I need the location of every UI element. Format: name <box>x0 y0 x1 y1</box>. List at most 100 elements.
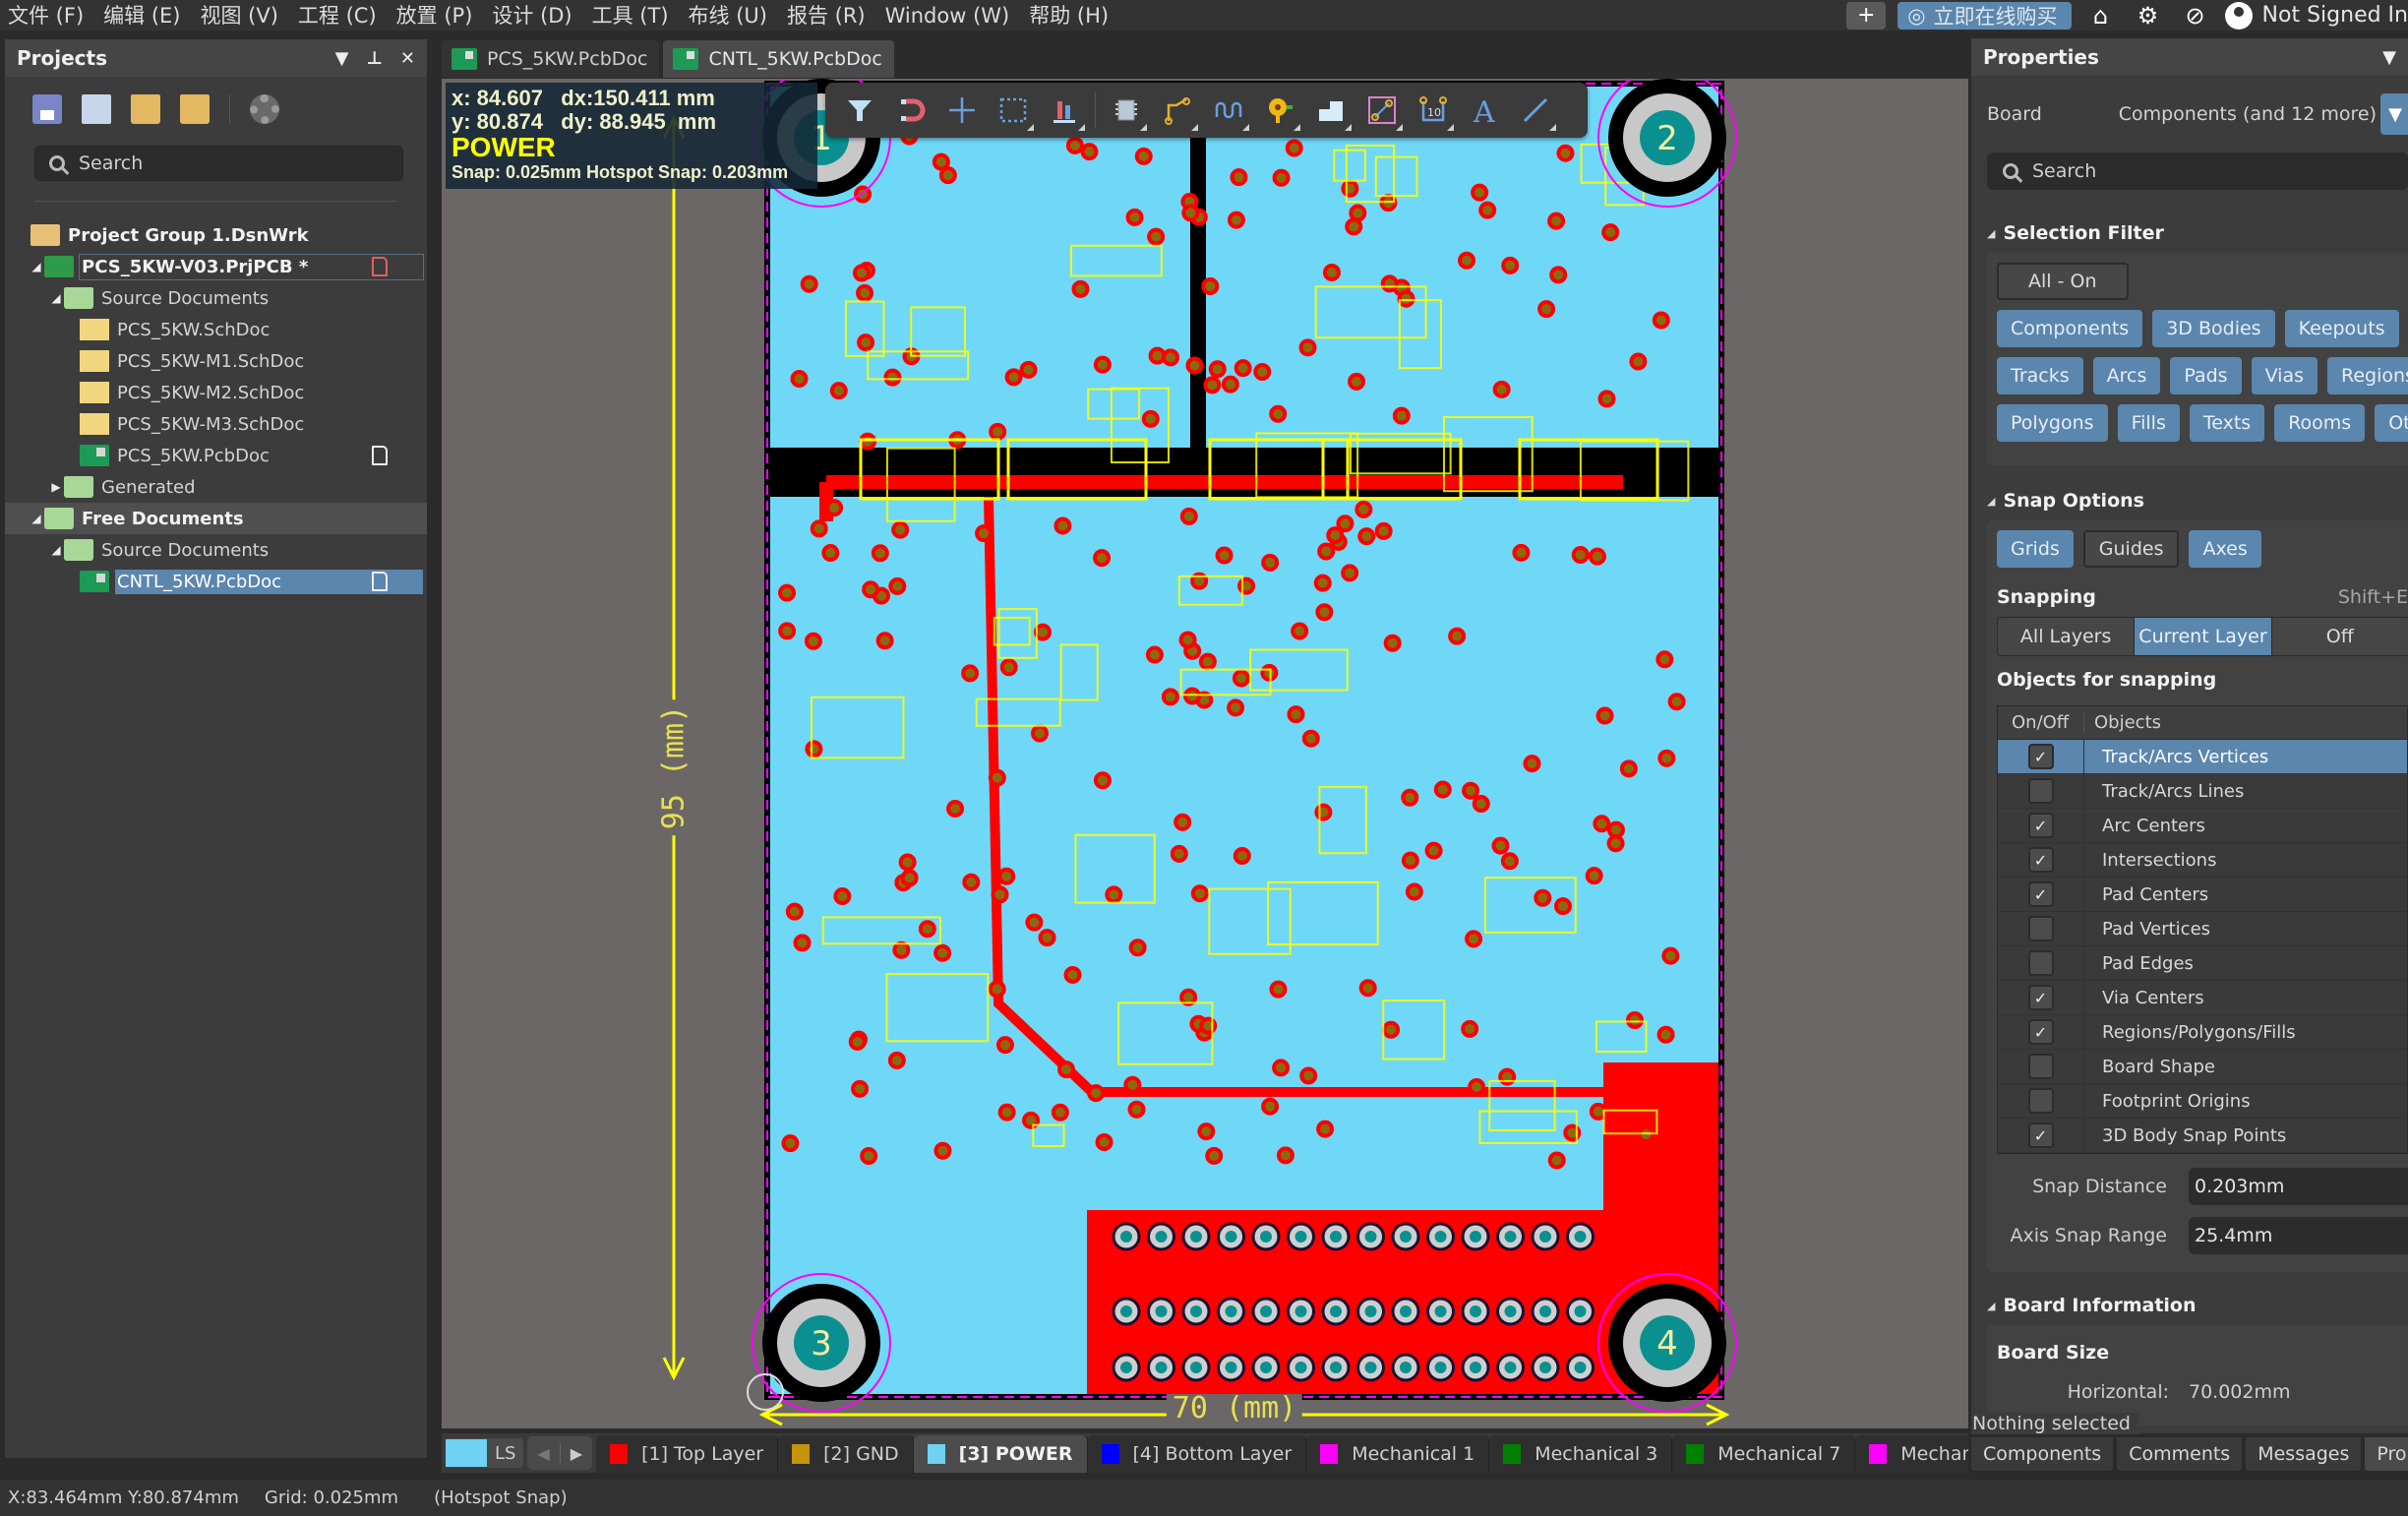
filter-chip-3d-bodies[interactable]: 3D Bodies <box>2152 310 2275 347</box>
tree-item[interactable]: ▶ Generated <box>5 471 427 503</box>
menu-file[interactable]: 文件 (F) <box>0 2 95 30</box>
axis-snap-range-input[interactable]: 25.4mm <box>2189 1217 2408 1254</box>
menu-route[interactable]: 布线 (U) <box>681 2 779 30</box>
feedback-icon[interactable]: + <box>1846 1 1887 30</box>
close-icon[interactable]: ✕ <box>400 48 415 69</box>
snap-object-row[interactable]: Pad Edges <box>1998 946 2407 981</box>
menu-help[interactable]: 帮助 (H) <box>1021 2 1120 30</box>
snapping-mode-current-layer[interactable]: Current Layer <box>2135 618 2272 655</box>
layer-tab[interactable]: [2] GND <box>778 1435 914 1473</box>
align-icon[interactable] <box>1044 90 1085 131</box>
properties-search-input[interactable]: Search <box>1987 152 2408 190</box>
select-rect-icon[interactable] <box>993 90 1034 131</box>
snap-object-row[interactable]: ✓ Track/Arcs Vertices <box>1998 740 2407 774</box>
chevron-right-icon[interactable]: ▶ <box>571 1444 582 1463</box>
tab-cntl-5kw-pcbdoc[interactable]: CNTL_5KW.PcbDoc <box>663 40 894 78</box>
copy-documents-icon[interactable] <box>82 94 111 124</box>
tree-item[interactable]: PCS_5KW-M2.SchDoc <box>5 377 427 408</box>
snap-object-row[interactable]: ✓ Via Centers <box>1998 981 2407 1015</box>
filter-icon[interactable]: ▼ <box>2380 93 2408 135</box>
chevron-left-icon[interactable]: ◀ <box>537 1444 549 1463</box>
tree-item[interactable]: PCS_5KW-M3.SchDoc <box>5 408 427 440</box>
snap-object-row[interactable]: Track/Arcs Lines <box>1998 774 2407 809</box>
snap-object-checkbox[interactable]: ✓ <box>2027 1122 2054 1148</box>
layer-tab[interactable]: [3] POWER <box>913 1435 1088 1473</box>
col-objects[interactable]: Objects <box>2084 712 2161 733</box>
snapping-mode-all-layers[interactable]: All Layers <box>1998 618 2136 655</box>
snap-options-header[interactable]: ◢ Snap Options <box>1971 481 2408 520</box>
tree-item[interactable]: CNTL_5KW.PcbDoc <box>5 566 427 597</box>
expanded-triangle-icon[interactable]: ◢ <box>29 260 44 273</box>
gear-icon[interactable]: ⚙ <box>2131 2 2166 30</box>
expanded-triangle-icon[interactable]: ◢ <box>29 512 44 525</box>
menu-view[interactable]: 视图 (V) <box>192 2 289 30</box>
snap-object-row[interactable]: ✓ Pad Centers <box>1998 878 2407 912</box>
polygon-pour-icon[interactable] <box>1310 90 1352 131</box>
snap-object-checkbox[interactable]: ✓ <box>2027 813 2054 838</box>
layer-tab[interactable]: Mechanical 1 <box>1306 1435 1490 1473</box>
board-information-header[interactable]: ◢ Board Information <box>1971 1286 2408 1325</box>
place-via-icon[interactable] <box>1259 90 1300 131</box>
panel-tab-components[interactable]: Components <box>1970 1436 2115 1472</box>
line-icon[interactable] <box>1515 90 1556 131</box>
snap-object-checkbox[interactable] <box>2027 778 2054 804</box>
tab-pcs-5kw-pcbdoc[interactable]: PCS_5KW.PcbDoc <box>442 40 660 78</box>
filter-chip-vias[interactable]: Vias <box>2251 357 2318 394</box>
tree-item[interactable]: ◢ PCS_5KW-V03.PrjPCB * <box>5 251 427 282</box>
collapsed-triangle-icon[interactable]: ▶ <box>48 480 64 494</box>
interactive-length-tuning-icon[interactable] <box>1208 90 1249 131</box>
component-icon[interactable] <box>1106 90 1147 131</box>
buy-online-button[interactable]: ◎ 立即在线购买 <box>1897 1 2072 30</box>
tree-item[interactable]: PCS_5KW.PcbDoc <box>5 440 427 471</box>
filter-chip-keepouts[interactable]: Keepouts <box>2284 310 2399 347</box>
snap-object-checkbox[interactable] <box>2027 1088 2054 1114</box>
snap-chip-grids[interactable]: Grids <box>1997 530 2074 568</box>
expanded-triangle-icon[interactable]: ◢ <box>48 543 64 557</box>
all-on-button[interactable]: All - On <box>1997 263 2129 300</box>
filter-chip-arcs[interactable]: Arcs <box>2092 357 2161 394</box>
tree-item[interactable]: ◢ Free Documents <box>5 503 427 534</box>
pcb-canvas[interactable]: 1234 x: 84.607 dx:150.411 mm y: 80.874 d… <box>442 79 1968 1428</box>
snap-object-row[interactable]: Pad Vertices <box>1998 912 2407 946</box>
tree-item[interactable]: Project Group 1.DsnWrk <box>5 219 427 251</box>
filter-chip-other[interactable]: Other <box>2375 404 2408 442</box>
layer-set-button[interactable]: LS <box>446 1438 524 1468</box>
text-icon[interactable]: A <box>1464 90 1505 131</box>
save-icon[interactable] <box>32 94 62 124</box>
menu-design[interactable]: 设计 (D) <box>484 2 583 30</box>
route-track-icon[interactable] <box>1157 90 1198 131</box>
layer-tab[interactable]: [4] Bottom Layer <box>1087 1435 1307 1473</box>
filter-chip-pads[interactable]: Pads <box>2170 357 2242 394</box>
folder-settings-icon[interactable] <box>180 94 210 124</box>
snap-object-checkbox[interactable]: ✓ <box>2027 985 2054 1010</box>
layer-tab[interactable]: Mechanical 7 <box>1672 1435 1856 1473</box>
snap-object-row[interactable]: ✓ 3D Body Snap Points <box>1998 1119 2407 1153</box>
selection-filter-header[interactable]: ◢ Selection Filter <box>1971 213 2408 253</box>
snap-object-checkbox[interactable]: ✓ <box>2027 847 2054 873</box>
layer-tab[interactable]: Mechanical 3 <box>1489 1435 1673 1473</box>
cloud-off-icon[interactable]: ⊘ <box>2178 2 2213 30</box>
tree-item[interactable]: PCS_5KW.SchDoc <box>5 314 427 345</box>
tree-item[interactable]: ◢ Source Documents <box>5 282 427 314</box>
snap-object-checkbox[interactable]: ✓ <box>2027 1019 2054 1045</box>
snap-object-row[interactable]: ✓ Regions/Polygons/Fills <box>1998 1015 2407 1050</box>
sign-in-button[interactable]: Not Signed In <box>2224 1 2408 30</box>
home-icon[interactable]: ⌂ <box>2083 2 2119 30</box>
folder-search-icon[interactable] <box>131 94 160 124</box>
panel-menu-icon[interactable]: ▼ <box>335 48 349 69</box>
snap-object-checkbox[interactable] <box>2027 1054 2054 1079</box>
gear-icon[interactable] <box>250 94 279 124</box>
panel-tab-comments[interactable]: Comments <box>2116 1436 2244 1472</box>
col-on-off[interactable]: On/Off <box>1998 712 2084 733</box>
filter-chip-fills[interactable]: Fills <box>2117 404 2180 442</box>
snap-object-checkbox[interactable] <box>2027 916 2054 941</box>
differential-pair-icon[interactable] <box>1361 90 1403 131</box>
filter-chip-texts[interactable]: Texts <box>2189 404 2265 442</box>
snap-object-row[interactable]: ✓ Arc Centers <box>1998 809 2407 843</box>
menu-place[interactable]: 放置 (P) <box>389 2 485 30</box>
tree-item[interactable]: PCS_5KW-M1.SchDoc <box>5 345 427 377</box>
filter-chip-regions[interactable]: Regions <box>2327 357 2408 394</box>
snapping-mode-off[interactable]: Off <box>2271 618 2408 655</box>
snap-object-row[interactable]: Footprint Origins <box>1998 1084 2407 1119</box>
projects-search-input[interactable]: Search <box>34 146 403 181</box>
